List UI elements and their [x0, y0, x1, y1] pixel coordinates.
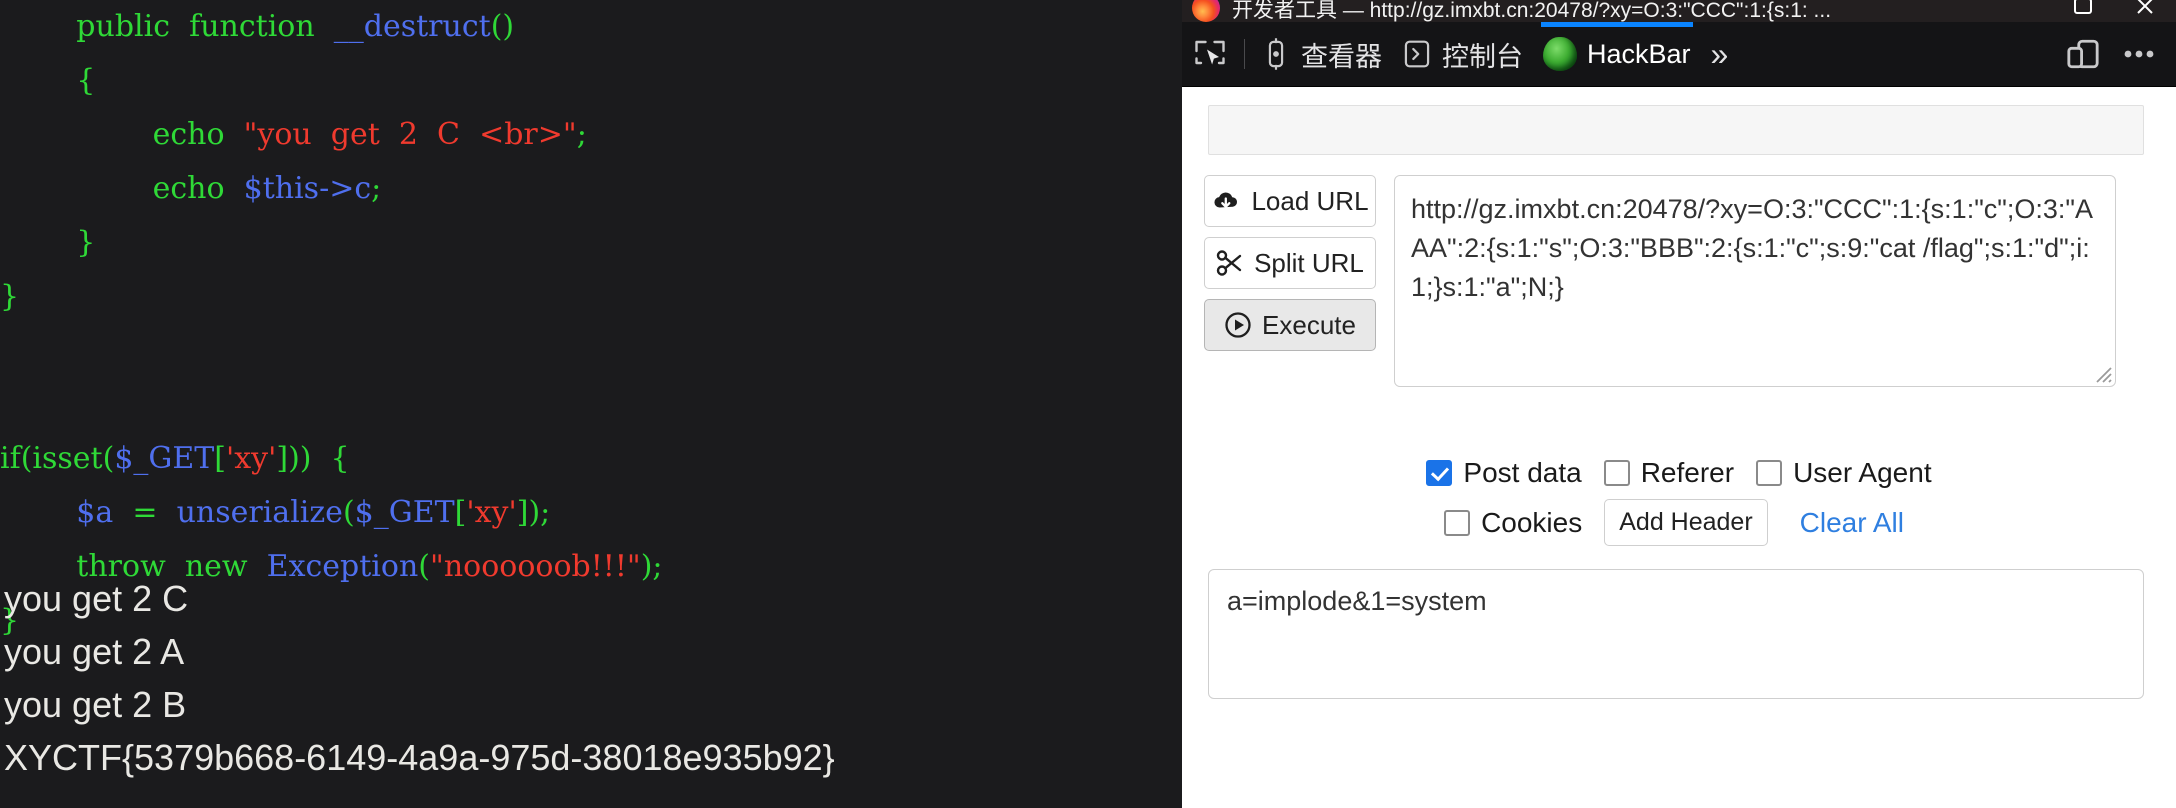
hackbar-panel: Load URL Split URL Execute http://gz.imx…	[1182, 87, 2176, 808]
responsive-design-mode-icon	[2067, 39, 2099, 69]
load-url-label: Load URL	[1251, 185, 1369, 216]
responsive-design-mode-button[interactable]	[2054, 22, 2112, 86]
console-icon	[1404, 40, 1430, 68]
add-header-button[interactable]: Add Header	[1604, 499, 1768, 546]
element-picker-icon	[1195, 40, 1225, 65]
hackbar-top-input[interactable]	[1208, 105, 2144, 155]
toolbar-divider	[1244, 39, 1245, 69]
php-source-output: public function __destruct() { echo "you…	[0, 0, 663, 648]
toolbar-overflow-button[interactable]: »	[1701, 22, 1739, 86]
tab-console[interactable]: 控制台	[1392, 22, 1533, 86]
code-line: }	[0, 225, 96, 260]
url-textarea[interactable]: http://gz.imxbt.cn:20478/?xy=O:3:"CCC":1…	[1394, 175, 2116, 387]
code-line: public function __destruct()	[76, 9, 515, 44]
clear-all-button[interactable]: Clear All	[1790, 507, 1914, 539]
code-line: {	[0, 63, 96, 98]
post-data-label: Post data	[1463, 457, 1582, 488]
split-url-button[interactable]: Split URL	[1204, 237, 1376, 289]
code-line: echo $this->c;	[152, 171, 382, 206]
devtools-window: 开发者工具 — http://gz.imxbt.cn:20478/?xy=O:3…	[1182, 0, 2176, 808]
checkbox-cookies[interactable]: Cookies	[1444, 507, 1582, 539]
output-line: XYCTF{5379b668-6149-4a9a-975d-38018e935b…	[4, 737, 835, 778]
devtools-menu-button[interactable]	[2112, 22, 2176, 86]
post-data-textarea[interactable]: a=implode&1=system	[1208, 569, 2144, 699]
referer-checkbox-box[interactable]	[1603, 460, 1630, 486]
code-line: if(isset($_GET['xy'])) {	[0, 441, 350, 476]
scissors-icon	[1216, 250, 1242, 276]
hackbar-url-row: Load URL Split URL Execute http://gz.imx…	[1204, 175, 2116, 387]
tab-hackbar[interactable]: HackBar	[1533, 22, 1701, 86]
devtools-toolbar: 查看器 控制台 HackBar »	[1182, 22, 2176, 87]
php-echo-output: you get 2 C you get 2 A you get 2 B XYCTF{5…	[4, 572, 835, 784]
meatballs-menu-icon	[2124, 50, 2154, 58]
user-agent-checkbox-box[interactable]	[1756, 460, 1783, 486]
hackbar-options: Post data Referer User Agent Cookies Add…	[1182, 457, 2176, 556]
cookies-checkbox-box[interactable]	[1444, 509, 1471, 536]
code-line: echo "you get 2 C <br>";	[152, 117, 587, 152]
tab-hackbar-label: HackBar	[1587, 38, 1691, 69]
code-line: }	[0, 279, 20, 314]
inspector-icon	[1268, 38, 1284, 70]
screenshot-root: public function __destruct() { echo "you…	[0, 0, 2176, 808]
chevron-double-right-icon: »	[1710, 35, 1729, 72]
post-data-value: a=implode&1=system	[1227, 586, 1487, 616]
post-data-checkbox-box[interactable]	[1426, 460, 1453, 486]
hackbar-options-row-1: Post data Referer User Agent	[1182, 457, 2176, 489]
checkbox-post-data[interactable]: Post data	[1426, 457, 1582, 489]
tab-console-label: 控制台	[1442, 41, 1523, 72]
devtools-titlebar: 开发者工具 — http://gz.imxbt.cn:20478/?xy=O:3…	[1182, 0, 2176, 22]
code-line: $a = unserialize($_GET['xy']);	[76, 495, 551, 530]
url-textarea-value: http://gz.imxbt.cn:20478/?xy=O:3:"CCC":1…	[1411, 194, 2093, 302]
hackbar-action-buttons: Load URL Split URL Execute	[1204, 175, 1376, 387]
tab-inspector[interactable]: 查看器	[1251, 22, 1392, 86]
checkbox-referer[interactable]: Referer	[1603, 457, 1735, 489]
cloud-download-icon	[1214, 192, 1238, 208]
tab-inspector-label: 查看器	[1301, 41, 1382, 72]
firefox-logo-icon	[1192, 0, 1220, 22]
output-line: you get 2 B	[4, 684, 187, 725]
resize-grip-icon[interactable]	[2090, 361, 2112, 383]
cookies-label: Cookies	[1481, 506, 1583, 538]
referer-label: Referer	[1640, 457, 1735, 488]
user-agent-label: User Agent	[1793, 457, 1932, 488]
execute-label: Execute	[1262, 309, 1356, 340]
window-controls	[2052, 0, 2176, 22]
hackbar-options-row-2: Cookies Add Header Clear All	[1182, 499, 2176, 546]
browser-page-content: public function __destruct() { echo "you…	[0, 0, 1182, 808]
element-picker-button[interactable]	[1182, 22, 1238, 86]
output-line: you get 2 C	[4, 578, 189, 619]
hackbar-icon	[1543, 37, 1577, 71]
play-circle-icon	[1225, 312, 1251, 338]
close-button[interactable]	[2114, 0, 2176, 22]
output-line: you get 2 A	[4, 631, 185, 672]
window-title: 开发者工具 — http://gz.imxbt.cn:20478/?xy=O:3…	[1232, 0, 1832, 22]
load-url-button[interactable]: Load URL	[1204, 175, 1376, 227]
split-url-label: Split URL	[1254, 247, 1364, 278]
execute-button[interactable]: Execute	[1204, 299, 1376, 351]
maximize-button[interactable]	[2052, 0, 2114, 22]
checkbox-user-agent[interactable]: User Agent	[1756, 457, 1932, 489]
